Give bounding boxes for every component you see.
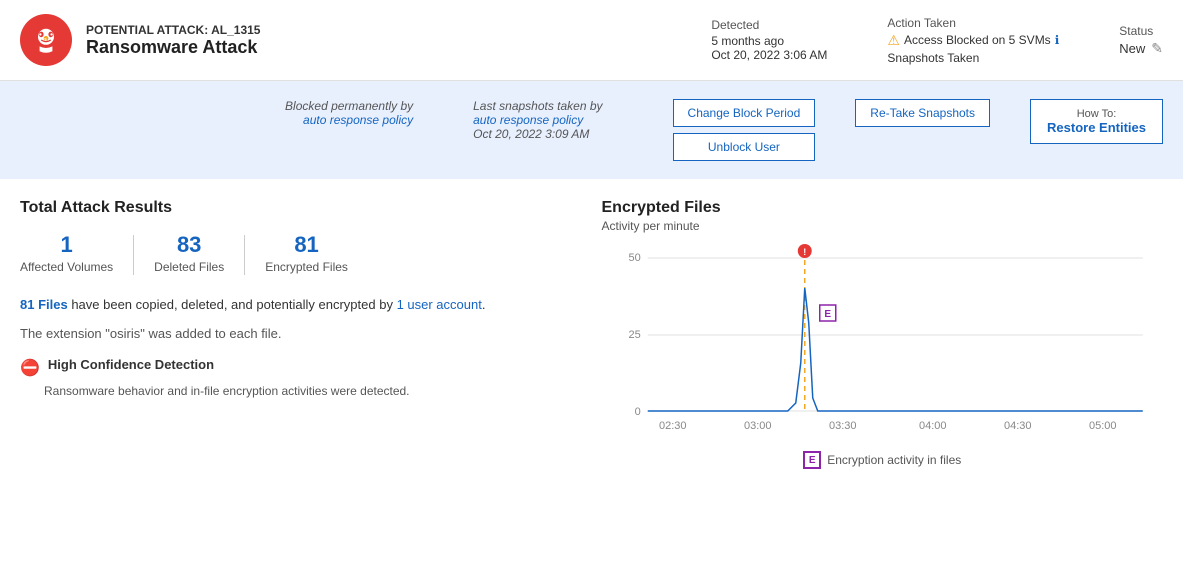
how-to-line2: Restore Entities [1047, 120, 1146, 135]
files-link[interactable]: 81 Files [20, 297, 68, 312]
affected-volumes-label: Affected Volumes [20, 260, 113, 274]
detected-section: Detected 5 months ago Oct 20, 2022 3:06 … [711, 18, 827, 62]
attack-name: Ransomware Attack [86, 37, 711, 58]
affected-volumes-stat: 1 Affected Volumes [20, 232, 133, 274]
detected-label: Detected [711, 18, 827, 32]
deleted-files-stat: 83 Deleted Files [134, 232, 244, 274]
info-icon[interactable]: ℹ [1055, 33, 1060, 47]
detected-date: Oct 20, 2022 3:06 AM [711, 48, 827, 62]
action-taken-section: Action Taken ⚠ Access Blocked on 5 SVMs … [887, 16, 1059, 65]
status-value: New [1119, 41, 1145, 56]
legend-box: E [803, 451, 821, 469]
blocked-text: Blocked permanently by [285, 99, 413, 113]
chart-title: Encrypted Files [602, 199, 1164, 217]
status-value-row: New ✎ [1119, 40, 1163, 57]
extension-note: The extension "osiris" was added to each… [20, 326, 582, 341]
user-account-link[interactable]: 1 user account [397, 297, 482, 312]
high-confidence-block: ⛔ High Confidence Detection Ransomware b… [20, 357, 582, 398]
action-blocked-text: Access Blocked on 5 SVMs [904, 33, 1051, 47]
high-confidence-title: High Confidence Detection [48, 357, 214, 372]
threat-icon: $ [20, 14, 72, 66]
svg-text:05:00: 05:00 [1088, 420, 1116, 432]
page-header: $ POTENTIAL ATTACK: AL_1315 Ransomware A… [0, 0, 1183, 81]
last-snapshots-text1: Last snapshots taken by [473, 99, 602, 113]
chart-svg: 50 25 0 02:30 03:00 03:30 04:00 04:30 05… [602, 243, 1164, 443]
warning-icon: ⚠ [887, 32, 900, 49]
right-panel: Encrypted Files Activity per minute 50 2… [602, 199, 1164, 469]
encrypted-files-stat: 81 Encrypted Files [245, 232, 368, 274]
svg-text:03:00: 03:00 [743, 420, 771, 432]
svg-text:25: 25 [628, 329, 640, 341]
encrypted-files-label: Encrypted Files [265, 260, 348, 274]
how-to-restore-button[interactable]: How To: Restore Entities [1030, 99, 1163, 144]
how-to-block: How To: Restore Entities [1030, 99, 1163, 144]
description-end: . [482, 297, 486, 312]
blocked-permanently-block: Blocked permanently by auto response pol… [285, 99, 413, 127]
snapshots-taken: Snapshots Taken [887, 51, 1059, 65]
action-taken-label: Action Taken [887, 16, 1059, 30]
svg-text:04:30: 04:30 [1003, 420, 1031, 432]
svg-text:!: ! [803, 247, 806, 257]
header-title-block: POTENTIAL ATTACK: AL_1315 Ransomware Att… [86, 23, 711, 58]
deleted-files-count[interactable]: 83 [177, 232, 201, 258]
svg-text:02:30: 02:30 [658, 420, 686, 432]
how-to-line1: How To: [1047, 108, 1146, 120]
svg-text:50: 50 [628, 252, 640, 264]
potential-attack-label: POTENTIAL ATTACK: AL_1315 [86, 23, 711, 37]
retake-snapshots-block: Re-Take Snapshots [855, 99, 990, 127]
snapshot-date: Oct 20, 2022 3:09 AM [473, 127, 589, 141]
error-icon: ⛔ [20, 358, 40, 378]
attack-description: 81 Files have been copied, deleted, and … [20, 295, 582, 316]
affected-volumes-count[interactable]: 1 [60, 232, 72, 258]
chart-area: 50 25 0 02:30 03:00 03:30 04:00 04:30 05… [602, 243, 1164, 443]
chart-subtitle: Activity per minute [602, 219, 1164, 233]
encrypted-files-count[interactable]: 81 [294, 232, 318, 258]
high-confidence-header: ⛔ High Confidence Detection [20, 357, 582, 378]
high-confidence-description: Ransomware behavior and in-file encrypti… [44, 384, 582, 398]
svg-text:E: E [824, 309, 831, 320]
deleted-files-label: Deleted Files [154, 260, 224, 274]
left-panel: Total Attack Results 1 Affected Volumes … [20, 199, 582, 469]
banner-action-buttons: Change Block Period Unblock User [673, 99, 816, 161]
action-banner: Blocked permanently by auto response pol… [0, 81, 1183, 179]
status-section: Status New ✎ [1119, 24, 1163, 57]
total-attack-title: Total Attack Results [20, 199, 582, 217]
status-label: Status [1119, 24, 1153, 38]
action-blocked-row: ⚠ Access Blocked on 5 SVMs ℹ [887, 32, 1059, 49]
last-snapshots-block: Last snapshots taken by auto response po… [473, 99, 602, 141]
svg-text:0: 0 [634, 406, 640, 418]
svg-text:04:00: 04:00 [918, 420, 946, 432]
stats-row: 1 Affected Volumes 83 Deleted Files 81 E… [20, 231, 582, 275]
auto-policy-link[interactable]: auto response policy [303, 113, 413, 127]
svg-text:03:30: 03:30 [828, 420, 856, 432]
edit-icon[interactable]: ✎ [1151, 40, 1163, 57]
retake-snapshots-button[interactable]: Re-Take Snapshots [855, 99, 990, 127]
description-mid: have been copied, deleted, and potential… [68, 297, 397, 312]
change-block-period-button[interactable]: Change Block Period [673, 99, 816, 127]
alert-id: AL_1315 [211, 23, 260, 37]
detected-time: 5 months ago [711, 34, 827, 48]
legend-text: Encryption activity in files [827, 453, 961, 467]
auto-policy-link2[interactable]: auto response policy [473, 113, 583, 127]
main-content: Total Attack Results 1 Affected Volumes … [0, 179, 1183, 489]
unblock-user-button[interactable]: Unblock User [673, 133, 816, 161]
chart-legend: E Encryption activity in files [602, 451, 1164, 469]
